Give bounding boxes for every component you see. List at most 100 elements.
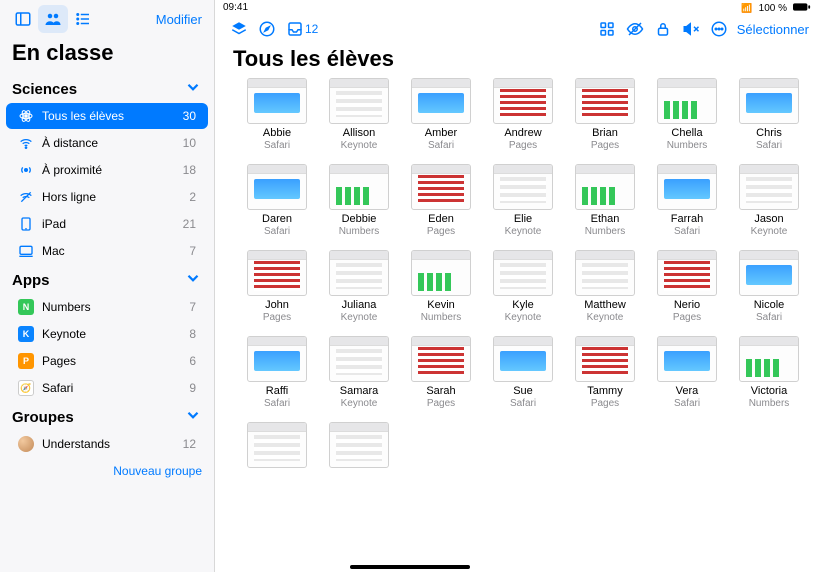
- sidebar-item-safari[interactable]: 🧭Safari9: [6, 375, 208, 401]
- sidebar-item-count: 7: [189, 300, 196, 314]
- student-name: Sarah: [403, 385, 479, 398]
- ipad-icon: [18, 216, 34, 232]
- student-thumbnail: [739, 78, 799, 124]
- battery-label: 100 %: [759, 3, 787, 14]
- student-cell[interactable]: RaffiSafari: [239, 336, 315, 410]
- new-group-button[interactable]: Nouveau groupe: [0, 458, 214, 478]
- student-cell[interactable]: MatthewKeynote: [567, 250, 643, 324]
- grid-view-icon[interactable]: [593, 16, 621, 42]
- chevron-down-icon: [184, 78, 202, 100]
- sidebar-item-keynote[interactable]: KKeynote8: [6, 321, 208, 347]
- student-name: Brian: [567, 127, 643, 140]
- student-cell[interactable]: ElieKeynote: [485, 164, 561, 238]
- student-name: Kyle: [485, 299, 561, 312]
- sidebar-item-à-distance[interactable]: À distance10: [6, 130, 208, 156]
- student-thumbnail: [247, 164, 307, 210]
- student-cell[interactable]: NerioPages: [649, 250, 725, 324]
- student-cell[interactable]: [239, 422, 315, 471]
- student-cell[interactable]: EthanNumbers: [567, 164, 643, 238]
- student-cell[interactable]: VeraSafari: [649, 336, 725, 410]
- sidebar-item-ipad[interactable]: iPad21: [6, 211, 208, 237]
- student-cell[interactable]: EdenPages: [403, 164, 479, 238]
- sidebar-item-count: 10: [183, 136, 196, 150]
- student-cell[interactable]: NicoleSafari: [731, 250, 807, 324]
- sidebar-item-count: 9: [189, 381, 196, 395]
- student-cell[interactable]: JasonKeynote: [731, 164, 807, 238]
- sidebar-item-pages[interactable]: PPages6: [6, 348, 208, 374]
- student-thumbnail: [739, 250, 799, 296]
- student-cell[interactable]: SueSafari: [485, 336, 561, 410]
- sidebar-item-label: iPad: [42, 217, 175, 231]
- sidebar-item-count: 18: [183, 163, 196, 177]
- sidebar-toggle-icon[interactable]: [8, 5, 38, 33]
- app-window: Modifier En classe SciencesTous les élèv…: [0, 0, 819, 572]
- compass-icon[interactable]: [253, 16, 281, 42]
- layers-icon[interactable]: [225, 16, 253, 42]
- student-app: Keynote: [321, 312, 397, 324]
- sidebar-item-label: Understands: [42, 437, 175, 451]
- home-indicator: [350, 565, 470, 569]
- student-app: Safari: [239, 398, 315, 410]
- student-cell[interactable]: DebbieNumbers: [321, 164, 397, 238]
- student-name: Debbie: [321, 213, 397, 226]
- student-cell[interactable]: JohnPages: [239, 250, 315, 324]
- student-cell[interactable]: SarahPages: [403, 336, 479, 410]
- sidebar-item-tous-les-élèves[interactable]: Tous les élèves30: [6, 103, 208, 129]
- section-header-apps[interactable]: Apps: [0, 265, 214, 293]
- people-icon[interactable]: [38, 5, 68, 33]
- more-icon[interactable]: [705, 16, 733, 42]
- student-cell[interactable]: AllisonKeynote: [321, 78, 397, 152]
- sidebar: Modifier En classe SciencesTous les élèv…: [0, 0, 215, 572]
- eye-off-icon[interactable]: [621, 16, 649, 42]
- sidebar-item-understands[interactable]: Understands12: [6, 431, 208, 457]
- section-header-groupes[interactable]: Groupes: [0, 402, 214, 430]
- sidebar-item-à-proximité[interactable]: À proximité18: [6, 157, 208, 183]
- student-cell[interactable]: KevinNumbers: [403, 250, 479, 324]
- student-cell[interactable]: [321, 422, 397, 471]
- student-cell[interactable]: AmberSafari: [403, 78, 479, 152]
- student-cell[interactable]: ChrisSafari: [731, 78, 807, 152]
- student-cell[interactable]: DarenSafari: [239, 164, 315, 238]
- student-name: Chella: [649, 127, 725, 140]
- lock-icon[interactable]: [649, 16, 677, 42]
- section-header-sciences[interactable]: Sciences: [0, 74, 214, 102]
- student-cell[interactable]: JulianaKeynote: [321, 250, 397, 324]
- sidebar-item-numbers[interactable]: NNumbers7: [6, 294, 208, 320]
- sidebar-item-label: Keynote: [42, 327, 181, 341]
- select-button[interactable]: Sélectionner: [733, 22, 809, 37]
- sidebar-item-label: Mac: [42, 244, 181, 258]
- student-cell[interactable]: AndrewPages: [485, 78, 561, 152]
- sidebar-title: En classe: [0, 38, 214, 74]
- student-name: Allison: [321, 127, 397, 140]
- sidebar-item-mac[interactable]: Mac7: [6, 238, 208, 264]
- mute-icon[interactable]: [677, 16, 705, 42]
- student-cell[interactable]: FarrahSafari: [649, 164, 725, 238]
- student-app: Pages: [567, 140, 643, 152]
- list-icon[interactable]: [68, 5, 98, 33]
- student-cell[interactable]: AbbieSafari: [239, 78, 315, 152]
- app-safari-icon: 🧭: [18, 380, 34, 396]
- student-app: Keynote: [321, 140, 397, 152]
- avatar-icon: [18, 436, 34, 452]
- edit-button[interactable]: Modifier: [152, 12, 206, 27]
- student-thumbnail: [247, 336, 307, 382]
- student-app: Pages: [403, 226, 479, 238]
- sidebar-item-count: 6: [189, 354, 196, 368]
- sidebar-item-count: 8: [189, 327, 196, 341]
- student-thumbnail: [493, 164, 553, 210]
- student-cell[interactable]: BrianPages: [567, 78, 643, 152]
- student-thumbnail: [329, 164, 389, 210]
- student-cell[interactable]: KyleKeynote: [485, 250, 561, 324]
- student-cell[interactable]: TammyPages: [567, 336, 643, 410]
- student-cell[interactable]: ChellaNumbers: [649, 78, 725, 152]
- student-app: Keynote: [485, 312, 561, 324]
- student-cell[interactable]: VictoriaNumbers: [731, 336, 807, 410]
- student-app: Pages: [485, 140, 561, 152]
- student-cell[interactable]: SamaraKeynote: [321, 336, 397, 410]
- app-pages-icon: P: [18, 353, 34, 369]
- student-thumbnail: [411, 336, 471, 382]
- sidebar-item-hors-ligne[interactable]: Hors ligne2: [6, 184, 208, 210]
- student-thumbnail: [657, 250, 717, 296]
- student-name: Victoria: [731, 385, 807, 398]
- student-thumbnail: [575, 164, 635, 210]
